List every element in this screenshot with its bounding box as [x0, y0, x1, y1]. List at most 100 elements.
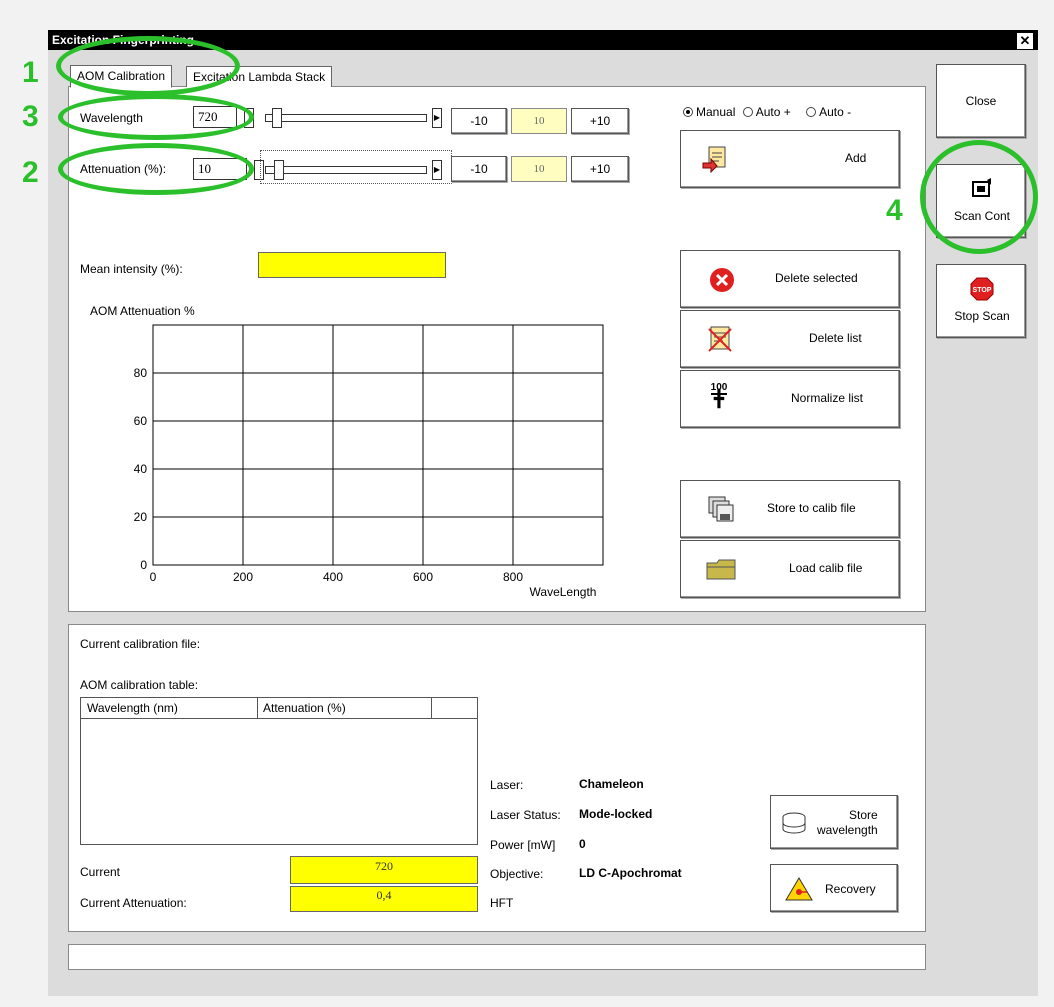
auto-minus-radio-label: Auto -: [819, 105, 852, 119]
normalize-list-button[interactable]: 100 ╋ Normalize list: [680, 370, 900, 428]
auto-plus-radio-label: Auto +: [755, 105, 791, 119]
chart-x-tick-label: 0: [150, 570, 157, 584]
database-icon: [782, 812, 806, 834]
attenuation-slider-track[interactable]: [265, 166, 427, 174]
chart-y-tick-label: 0: [140, 558, 147, 572]
power-label: Power [mW]: [490, 838, 556, 852]
add-entry-icon: [702, 146, 726, 173]
laser-label: Laser:: [490, 778, 524, 792]
current-label: Current: [80, 865, 121, 879]
store-wavelength-label-2: wavelength: [817, 823, 878, 837]
save-disks-icon: [708, 496, 734, 522]
wavelength-slider-right-arrow[interactable]: ▶: [432, 108, 442, 128]
auto-minus-radio[interactable]: Auto -: [806, 105, 851, 119]
normalize-list-label: Normalize list: [791, 391, 864, 405]
column-header-wavelength[interactable]: Wavelength (nm): [87, 701, 178, 715]
close-icon[interactable]: ✕: [1016, 32, 1034, 50]
annotation-ring-wavelength: [58, 94, 254, 140]
chart-x-tick-label: 200: [233, 570, 253, 584]
chart-x-tick-label: 400: [323, 570, 343, 584]
laser-status-label: Laser Status:: [490, 808, 561, 822]
radio-selected-icon: [683, 107, 693, 117]
chart-x-tick-label: 800: [503, 570, 523, 584]
current-value: 720: [290, 856, 478, 884]
hft-label: HFT: [490, 896, 514, 910]
chart-x-tick-label: 600: [413, 570, 433, 584]
delete-list-label: Delete list: [809, 331, 862, 345]
chart-plot-area: [152, 324, 604, 566]
annotation-number-2: 2: [22, 156, 39, 189]
chart-y-tick-label: 40: [134, 462, 148, 476]
wavelength-step-field[interactable]: 10: [511, 108, 567, 134]
stop-sign-icon: STOP: [970, 277, 994, 301]
column-divider: [257, 698, 258, 718]
aom-attenuation-chart: 0204060800 200 400 600 800WaveLength: [134, 324, 604, 599]
stop-scan-label: Stop Scan: [954, 309, 1010, 323]
auto-plus-radio[interactable]: Auto +: [742, 105, 791, 119]
column-header-attenuation[interactable]: Attenuation (%): [263, 701, 346, 715]
chart-y-tick-label: 20: [134, 510, 148, 524]
laser-warning-icon: [785, 877, 813, 901]
annotation-ring-scan-cont: [920, 140, 1038, 254]
add-button-label: Add: [845, 151, 867, 165]
annotation-number-4: 4: [886, 194, 903, 227]
mean-intensity-label: Mean intensity (%):: [80, 262, 183, 276]
recovery-label: Recovery: [825, 882, 876, 896]
chart-x-axis-label: WaveLength: [530, 585, 597, 599]
annotation-ring-tab: [56, 36, 240, 96]
annotation-number-3: 3: [22, 100, 39, 133]
current-attenuation-value: 0,4: [290, 886, 478, 912]
status-bar: [68, 944, 926, 970]
folder-icon: [706, 559, 736, 580]
store-to-calib-file-button[interactable]: Store to calib file: [680, 480, 900, 538]
recovery-button[interactable]: Recovery: [770, 864, 898, 912]
add-button[interactable]: Add: [680, 130, 900, 188]
radio-empty-icon: [806, 107, 817, 117]
normalize-arrow-icon: ╋: [714, 391, 724, 408]
attenuation-plus-10-button[interactable]: +10: [571, 156, 629, 182]
delete-list-icon: [708, 326, 732, 352]
table-header: Wavelength (nm) Attenuation (%): [81, 698, 477, 719]
current-attenuation-label: Current Attenuation:: [80, 896, 187, 910]
objective-value: LD C-Apochromat: [579, 866, 682, 880]
store-to-calib-file-label: Store to calib file: [767, 501, 856, 515]
stop-icon-text: STOP: [973, 287, 992, 294]
wavelength-slider-thumb[interactable]: [272, 108, 282, 128]
delete-selected-label: Delete selected: [775, 271, 858, 285]
stop-scan-button[interactable]: STOP Stop Scan: [936, 264, 1026, 338]
delete-selected-button[interactable]: Delete selected: [680, 250, 900, 308]
attenuation-slider-right-arrow[interactable]: ▶: [432, 160, 442, 180]
load-calib-file-button[interactable]: Load calib file: [680, 540, 900, 598]
wavelength-minus-10-button[interactable]: -10: [451, 108, 507, 134]
wavelength-plus-10-button[interactable]: +10: [571, 108, 629, 134]
current-calibration-file-label: Current calibration file:: [80, 637, 201, 651]
delete-list-button[interactable]: Delete list: [680, 310, 900, 368]
attenuation-slider-thumb[interactable]: [274, 160, 284, 180]
close-button[interactable]: Close: [936, 64, 1026, 138]
objective-label: Objective:: [490, 867, 544, 881]
aom-calibration-table-label: AOM calibration table:: [80, 678, 199, 692]
mean-intensity-bar: [258, 252, 446, 278]
laser-status-value: Mode-locked: [579, 807, 653, 821]
manual-radio[interactable]: Manual: [683, 105, 735, 119]
column-divider: [431, 698, 432, 718]
mode-radio-group: Manual Auto + Auto -: [683, 105, 851, 119]
annotation-number-1: 1: [22, 56, 39, 89]
chart-y-tick-label: 60: [134, 414, 148, 428]
power-value: 0: [579, 837, 586, 851]
attenuation-minus-10-button[interactable]: -10: [451, 156, 507, 182]
delete-x-icon: [710, 268, 734, 292]
laser-value: Chameleon: [579, 777, 644, 791]
manual-radio-label: Manual: [696, 105, 736, 119]
annotation-ring-attenuation: [58, 143, 254, 195]
calibration-table[interactable]: Wavelength (nm) Attenuation (%): [80, 697, 478, 845]
store-wavelength-button[interactable]: Store wavelength: [770, 795, 898, 849]
load-calib-file-label: Load calib file: [789, 561, 863, 575]
wavelength-slider-track[interactable]: [265, 114, 427, 122]
normalize-icon: 100 ╋: [705, 383, 733, 408]
attenuation-step-field[interactable]: 10: [511, 156, 567, 182]
chart-title: AOM Attenuation %: [90, 304, 195, 318]
radio-empty-icon: [742, 107, 753, 117]
store-wavelength-label-1: Store: [849, 808, 878, 822]
chart-y-tick-label: 80: [134, 366, 148, 380]
